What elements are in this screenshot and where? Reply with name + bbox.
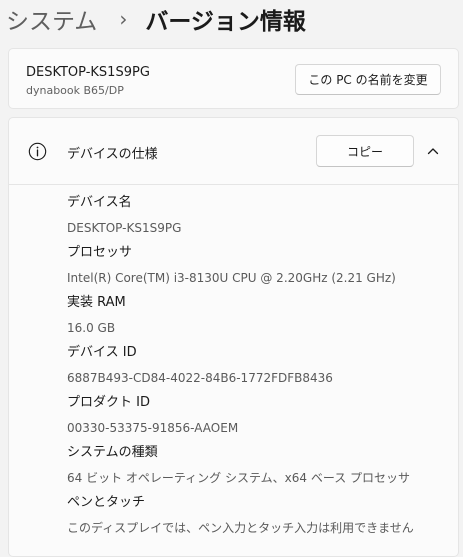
chevron-up-icon[interactable] [426,144,440,158]
spec-label: プロダクト ID [67,395,150,410]
spec-row-product-id: プロダクト ID 00330-53375-91856-AAOEM [67,392,238,439]
copy-button[interactable]: コピー [316,135,414,167]
spec-row-system-type: システムの種類 64 ビット オペレーティング システム、x64 ベース プロセ… [67,442,410,489]
page-title: バージョン情報 [145,9,306,35]
breadcrumb-separator: › [119,7,128,31]
spec-value: 64 ビット オペレーティング システム、x64 ベース プロセッサ [67,471,411,485]
spec-value: このディスプレイでは、ペン入力とタッチ入力は利用できません [67,521,414,535]
spec-value: 6887B493-CD84-4022-84B6-1772FDFB8436 [67,371,333,385]
device-name: DESKTOP-KS1S9PG [26,65,150,80]
rename-pc-button[interactable]: この PC の名前を変更 [295,64,441,95]
device-model: dynabook B65/DP [26,84,124,97]
spec-label: ペンとタッチ [67,495,146,510]
device-specs-title: デバイスの仕様 [67,147,158,162]
spec-row-device-id: デバイス ID 6887B493-CD84-4022-84B6-1772FDFB… [67,342,333,389]
spec-label: 実装 RAM [67,295,126,310]
spec-row-device-name: デバイス名 DESKTOP-KS1S9PG [67,192,181,239]
breadcrumb: システム › バージョン情報 [6,0,306,38]
spec-label: プロセッサ [67,245,133,260]
spec-row-ram: 実装 RAM 16.0 GB [67,292,126,339]
device-specs-card: デバイスの仕様 コピー デバイス名 DESKTOP-KS1S9PG プロセッサ … [8,117,459,557]
spec-label: デバイス ID [67,345,137,360]
spec-value: Intel(R) Core(TM) i3-8130U CPU @ 2.20GHz… [67,271,396,285]
device-specs-header[interactable]: デバイスの仕様 コピー [9,118,458,185]
spec-row-processor: プロセッサ Intel(R) Core(TM) i3-8130U CPU @ 2… [67,242,396,289]
device-name-card: DESKTOP-KS1S9PG dynabook B65/DP この PC の名… [8,48,459,109]
spec-value: DESKTOP-KS1S9PG [67,221,182,235]
spec-label: システムの種類 [67,445,158,460]
spec-row-pen-touch: ペンとタッチ このディスプレイでは、ペン入力とタッチ入力は利用できません [67,492,414,539]
spec-label: デバイス名 [67,195,132,210]
breadcrumb-parent-system[interactable]: システム [6,2,97,36]
spec-value: 16.0 GB [67,321,116,335]
info-icon [28,142,47,161]
spec-value: 00330-53375-91856-AAOEM [67,421,239,435]
